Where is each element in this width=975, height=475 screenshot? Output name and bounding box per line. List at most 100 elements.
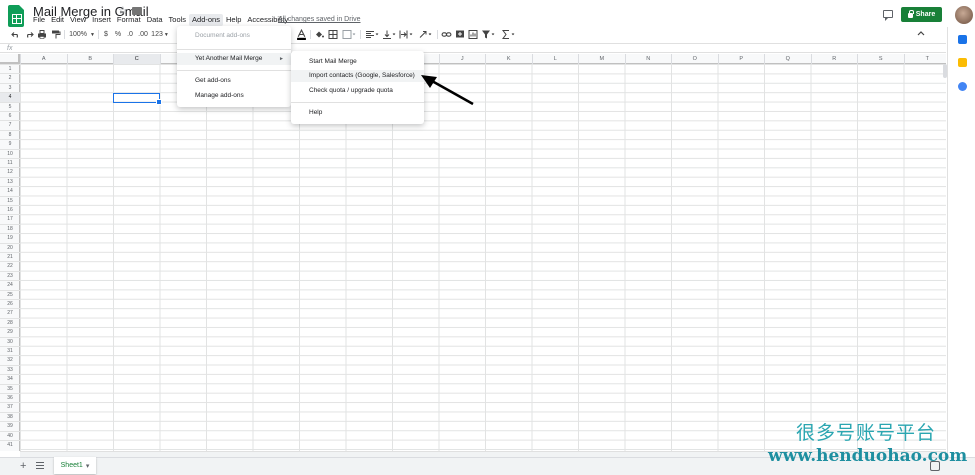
row-header[interactable]: 13 [0,176,20,186]
row-header[interactable]: 24 [0,280,20,289]
selected-cell[interactable] [113,93,162,105]
menu-help[interactable]: Help [223,14,244,26]
row-header[interactable]: 38 [0,411,20,421]
paint-format-icon[interactable] [51,29,61,40]
row-header[interactable]: 17 [0,214,20,223]
row-header[interactable]: 22 [0,261,20,270]
column-header[interactable]: S [857,54,904,64]
comment-history-icon[interactable] [883,10,893,21]
borders-icon[interactable] [328,29,338,40]
row-header[interactable]: 30 [0,336,20,346]
chevron-up-icon[interactable] [917,30,925,38]
functions-icon[interactable] [501,29,515,40]
percent-format-button[interactable]: % [114,29,122,40]
column-header[interactable]: J [438,54,486,64]
formula-bar[interactable]: fx [0,43,946,53]
select-all-corner[interactable] [0,54,20,64]
menu-item-yamm[interactable]: Yet Another Mail Merge ► [177,53,291,65]
row-header[interactable]: 25 [0,289,20,299]
row-header[interactable]: 18 [0,223,20,233]
row-header[interactable]: 35 [0,383,20,393]
text-rotation-icon[interactable] [418,29,434,40]
print-icon[interactable] [37,29,47,40]
row-header[interactable]: 14 [0,186,20,195]
menu-data[interactable]: Data [144,14,166,26]
filter-icon[interactable] [481,29,497,40]
menu-file[interactable]: File [30,14,48,26]
share-button[interactable]: Share [901,7,942,22]
menu-view[interactable]: View [67,14,89,26]
currency-format-button[interactable]: $ [102,29,110,40]
column-header[interactable]: R [810,54,858,64]
row-header[interactable]: 19 [0,233,20,242]
text-wrapping-icon[interactable] [399,29,413,40]
menu-edit[interactable]: Edit [48,14,67,26]
row-header[interactable]: 39 [0,421,20,430]
menu-format[interactable]: Format [114,14,144,26]
decrease-decimal-button[interactable]: .0 [125,29,135,40]
row-header[interactable]: 34 [0,374,20,383]
row-header[interactable]: 32 [0,355,20,364]
cell-grid[interactable] [0,54,946,451]
calendar-icon[interactable] [958,35,967,44]
row-header[interactable]: 5 [0,101,20,111]
insert-comment-icon[interactable] [455,29,465,40]
row-header[interactable]: 33 [0,364,20,374]
column-header[interactable]: K [485,54,532,64]
row-header[interactable]: 40 [0,430,20,440]
row-header[interactable]: 26 [0,299,20,308]
column-header[interactable]: T [903,54,951,64]
column-header[interactable]: C [113,54,160,64]
row-header[interactable]: 3 [0,82,20,92]
row-header[interactable]: 15 [0,195,20,205]
text-color-icon[interactable] [296,29,307,40]
column-header[interactable]: P [717,54,765,64]
row-header[interactable]: 37 [0,402,20,411]
row-header[interactable]: 1 [0,64,20,73]
row-header[interactable]: 10 [0,148,20,158]
increase-decimal-button[interactable]: .00 [137,29,149,40]
horizontal-align-icon[interactable] [365,29,379,40]
merge-cells-icon[interactable] [342,29,356,40]
row-header[interactable]: 8 [0,129,20,139]
insert-link-icon[interactable] [441,29,452,40]
redo-icon[interactable] [24,29,34,40]
row-header[interactable]: 28 [0,317,20,327]
fill-color-icon[interactable] [314,29,324,40]
row-header[interactable]: 31 [0,346,20,355]
column-header[interactable]: A [20,54,67,64]
insert-chart-icon[interactable] [468,29,478,40]
column-header[interactable]: O [671,54,718,64]
row-header[interactable]: 11 [0,158,20,167]
menu-item-get-addons[interactable]: Get add-ons [177,75,291,87]
add-sheet-button[interactable]: + [20,459,26,473]
row-header[interactable]: 12 [0,167,20,176]
zoom-select[interactable]: 100% ▼ [68,29,96,40]
avatar[interactable] [955,6,973,24]
save-status-link[interactable]: All changes saved in Drive [278,14,361,26]
column-header[interactable]: L [531,54,579,64]
number-format-select[interactable]: 123 ▼ [151,29,169,40]
row-header[interactable]: 23 [0,270,20,280]
tasks-icon[interactable] [958,82,967,91]
menu-item-import-contacts[interactable]: Import contacts (Google, Salesforce) [291,70,424,82]
row-header[interactable]: 27 [0,308,20,317]
sheets-logo-icon[interactable] [8,5,24,27]
menu-insert[interactable]: Insert [89,14,114,26]
sheet-tab[interactable]: Sheet1 ▾ [54,457,96,474]
row-header[interactable]: 9 [0,139,20,148]
menu-item-check-quota[interactable]: Check quota / upgrade quota [291,85,424,97]
menu-addons[interactable]: Add-ons [189,14,223,26]
menu-tools[interactable]: Tools [166,14,190,26]
undo-icon[interactable] [11,29,21,40]
row-header[interactable]: 21 [0,252,20,261]
row-header[interactable]: 20 [0,242,20,252]
row-header[interactable]: 6 [0,111,20,120]
column-header[interactable]: B [66,54,114,64]
menu-item-help[interactable]: Help [291,107,424,119]
column-header[interactable]: M [578,54,625,64]
column-header[interactable]: N [624,54,672,64]
column-header[interactable]: Q [764,54,811,64]
row-header[interactable]: 36 [0,393,20,402]
menu-item-start-mail-merge[interactable]: Start Mail Merge [291,56,424,68]
